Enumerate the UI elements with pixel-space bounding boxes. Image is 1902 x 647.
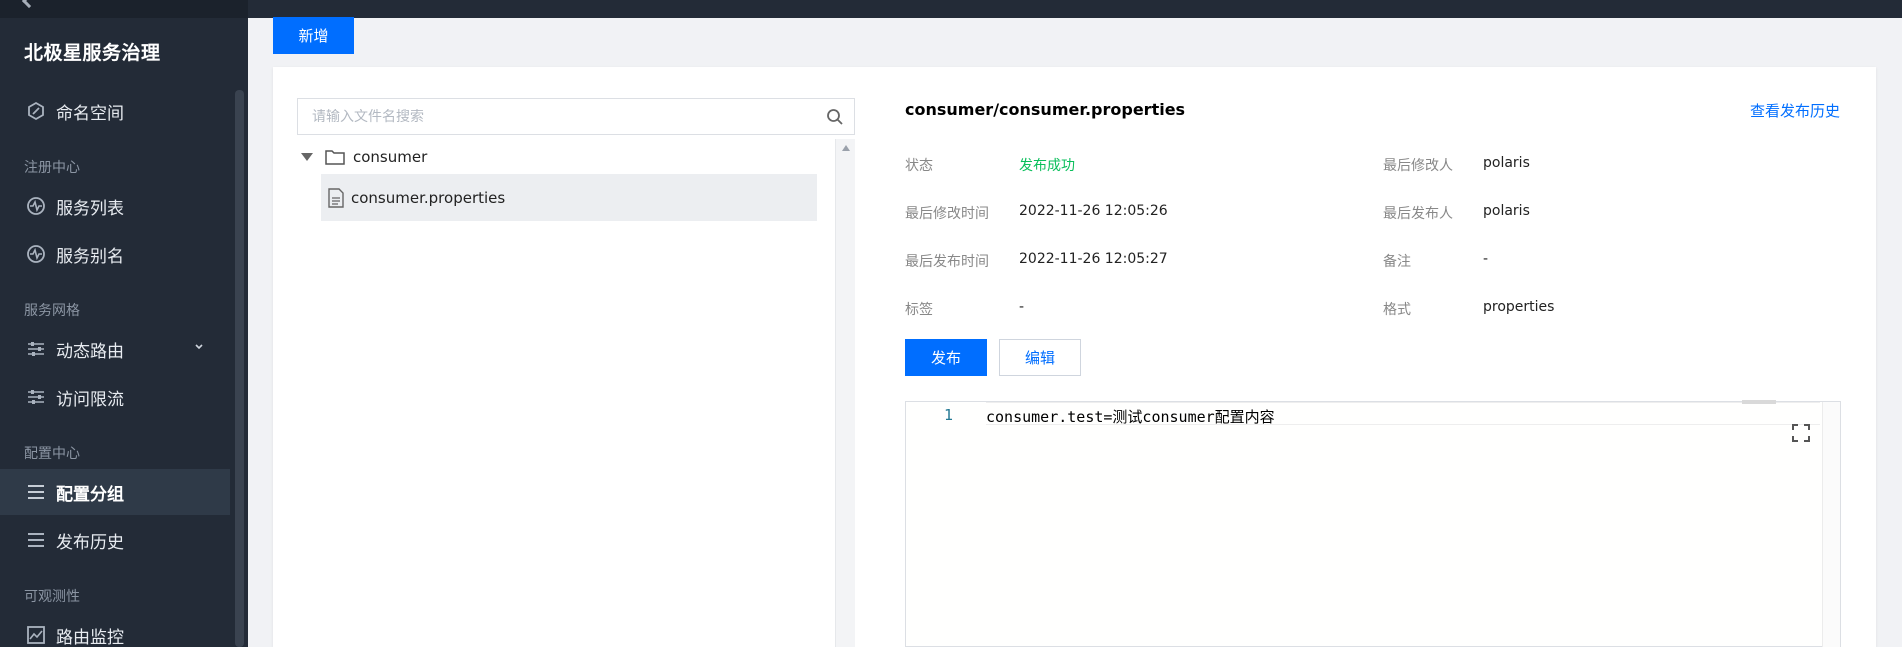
sidebar-item-label: 访问限流 (56, 389, 124, 410)
search-icon[interactable] (826, 108, 844, 126)
config-editor[interactable]: 1 consumer.test=测试consumer配置内容 (905, 400, 1841, 647)
section-observability: 可观测性 (24, 589, 80, 605)
modifier-label: 最后修改人 (1383, 158, 1453, 174)
publish-button[interactable]: 发布 (905, 339, 987, 376)
editor-scrollbar[interactable] (1822, 402, 1840, 647)
service-icon (26, 244, 46, 264)
namespace-icon (26, 101, 46, 121)
sliders-icon (26, 339, 46, 359)
collapse-icon[interactable] (21, 0, 37, 9)
sidebar-item-namespace[interactable]: 命名空间 (0, 88, 230, 134)
sidebar-item-route-monitor[interactable]: 路由监控 (0, 612, 230, 647)
chart-icon (26, 625, 46, 645)
published-time-label: 最后发布时间 (905, 254, 989, 270)
file-icon (328, 187, 344, 208)
add-button[interactable]: 新增 (273, 17, 354, 54)
tree-folder-label: consumer (353, 148, 428, 166)
fullscreen-icon[interactable] (1792, 424, 1810, 442)
scroll-up-icon[interactable] (842, 145, 850, 151)
edit-button[interactable]: 编辑 (999, 339, 1081, 376)
list-icon (26, 482, 46, 502)
minimap (1742, 400, 1776, 404)
modified-time-label: 最后修改时间 (905, 206, 989, 222)
file-search (297, 98, 855, 135)
sidebar-item-label: 动态路由 (56, 341, 124, 362)
tree-file-item[interactable]: consumer.properties (321, 174, 817, 221)
file-search-input[interactable] (312, 108, 812, 125)
tags-value: - (1019, 299, 1025, 315)
sidebar: 北极星服务治理 命名空间 注册中心 服务列表 服务别名 服务网格 动态路由 访问… (0, 0, 248, 647)
publisher-value: polaris (1483, 203, 1530, 219)
published-time-value: 2022-11-26 12:05:27 (1019, 251, 1168, 267)
status-value: 发布成功 (1019, 158, 1075, 174)
comment-label: 备注 (1383, 254, 1411, 270)
publisher-label: 最后发布人 (1383, 206, 1453, 222)
modified-time-value: 2022-11-26 12:05:26 (1019, 203, 1168, 219)
section-mesh: 服务网格 (24, 303, 80, 319)
header-strip (248, 0, 1902, 18)
service-icon (26, 196, 46, 216)
sidebar-item-label: 服务列表 (56, 198, 124, 219)
line-number: 1 (944, 406, 954, 424)
sidebar-item-dynamic-routing[interactable]: 动态路由 (0, 326, 230, 372)
sidebar-item-config-group[interactable]: 配置分组 (0, 469, 230, 515)
modifier-value: polaris (1483, 155, 1530, 171)
tags-label: 标签 (905, 302, 933, 318)
status-label: 状态 (905, 158, 933, 174)
sidebar-item-publish-history[interactable]: 发布历史 (0, 517, 230, 563)
comment-value: - (1483, 251, 1489, 267)
sidebar-item-label: 配置分组 (56, 484, 124, 505)
sidebar-scrollbar[interactable] (235, 90, 244, 647)
code-line[interactable]: consumer.test=测试consumer配置内容 (986, 406, 1586, 427)
sidebar-item-label: 路由监控 (56, 627, 124, 647)
tree-folder-consumer[interactable]: consumer (301, 144, 427, 170)
tree-scrollbar[interactable] (835, 139, 855, 647)
sidebar-item-rate-limit[interactable]: 访问限流 (0, 374, 230, 420)
sidebar-item-label: 命名空间 (56, 103, 124, 124)
config-file-card: consumer consumer.properties consumer/co… (273, 67, 1876, 647)
list-icon (26, 530, 46, 550)
sidebar-top-strip (0, 0, 248, 18)
sidebar-item-service-alias[interactable]: 服务别名 (0, 231, 230, 277)
chevron-down-icon[interactable] (194, 342, 204, 352)
brand-title: 北极星服务治理 (24, 42, 161, 64)
format-value: properties (1483, 299, 1555, 315)
view-publish-history-link[interactable]: 查看发布历史 (1750, 100, 1840, 121)
caret-down-icon[interactable] (301, 153, 313, 161)
tree-file-label: consumer.properties (351, 188, 506, 207)
sidebar-item-label: 发布历史 (56, 532, 124, 553)
sliders-icon (26, 387, 46, 407)
sidebar-item-label: 服务别名 (56, 246, 124, 267)
sidebar-item-service-list[interactable]: 服务列表 (0, 183, 230, 229)
section-registry: 注册中心 (24, 160, 80, 176)
section-config: 配置中心 (24, 446, 80, 462)
file-title: consumer/consumer.properties (905, 100, 1186, 119)
format-label: 格式 (1383, 302, 1411, 318)
folder-icon (325, 150, 345, 165)
